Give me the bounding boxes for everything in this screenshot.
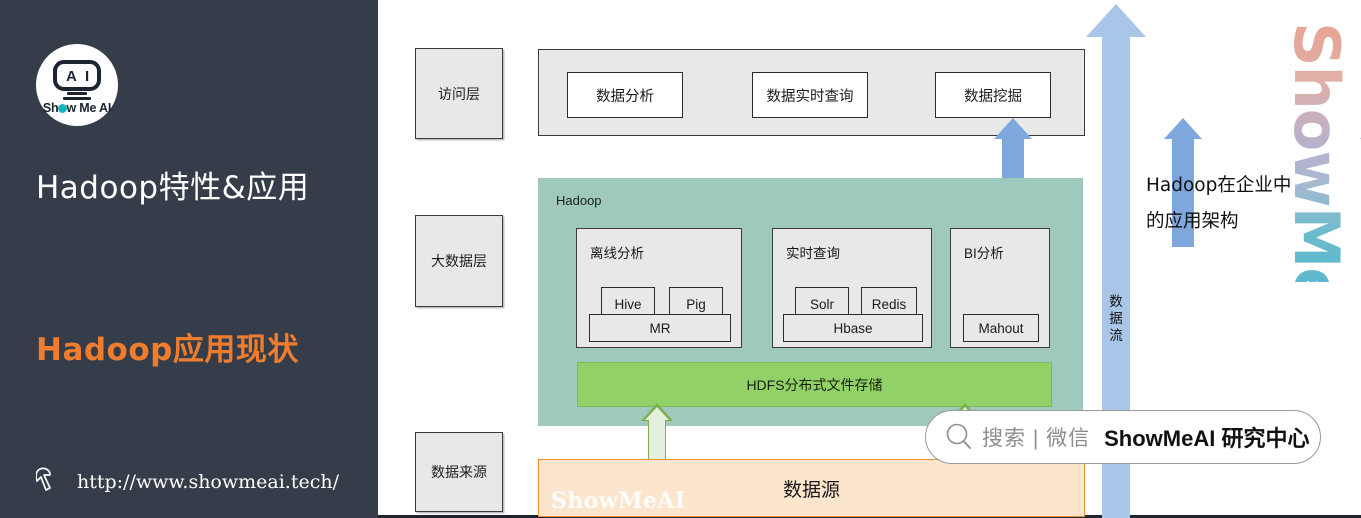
logo-letter-i: I	[85, 68, 90, 85]
sub-box-mahout[interactable]: Mahout	[963, 314, 1039, 342]
layer-label-datasource: 数据来源	[415, 432, 503, 512]
site-url-text: http://www.showmeai.tech/	[77, 471, 340, 493]
group-bi-analysis: BI分析 Mahout	[950, 228, 1050, 348]
pill-search-text: 搜索 | 微信	[982, 427, 1091, 450]
logo-wordmark: Sh w Me AI	[36, 101, 118, 115]
box-realtime-query[interactable]: 数据实时查询	[752, 72, 868, 118]
box-data-mining[interactable]: 数据挖掘	[935, 72, 1051, 118]
layer-label-access: 访问层	[415, 48, 503, 139]
group-title-realtime-query: 实时查询	[786, 246, 840, 261]
sub-box-mr[interactable]: MR	[589, 314, 731, 342]
group-offline-analysis: 离线分析 Hive Pig MR	[576, 228, 742, 348]
wechat-search-watermark: 搜索 | 微信 ShowMeAI 研究中心	[925, 410, 1321, 464]
page-subtitle: Hadoop应用现状	[36, 332, 299, 368]
sub-box-hbase[interactable]: Hbase	[783, 314, 923, 342]
cursor-pointer-icon	[36, 467, 51, 491]
left-panel: A I Sh w Me AI Hadoop特性&应用 Hadoop应用现状 htt…	[0, 0, 378, 518]
page-title: Hadoop特性&应用	[36, 170, 310, 206]
data-source-box[interactable]: 数据源 ShowMeAI	[538, 459, 1085, 517]
arrow-head-inner-left	[645, 407, 669, 420]
logo-robot-head-icon: A I	[53, 60, 101, 91]
slide-root: A I Sh w Me AI Hadoop特性&应用 Hadoop应用现状 htt…	[0, 0, 1361, 518]
data-source-watermark: ShowMeAI	[551, 488, 686, 514]
logo-letter-a: A	[66, 68, 77, 85]
group-title-offline-analysis: 离线分析	[590, 246, 644, 261]
site-url-row: http://www.showmeai.tech/	[36, 466, 339, 498]
logo-wordmark-post: w Me AI	[66, 101, 112, 115]
showmeai-logo: A I Sh w Me AI	[36, 44, 118, 126]
group-title-bi-analysis: BI分析	[964, 246, 1004, 261]
box-data-analysis[interactable]: 数据分析	[567, 72, 683, 118]
logo-wordmark-pre: Sh	[42, 101, 59, 115]
logo-base-icon	[63, 97, 91, 100]
pill-brand-text: ShowMeAI 研究中心	[1104, 426, 1310, 451]
flow-arrow-head-icon	[1086, 4, 1146, 37]
hadoop-panel-label: Hadoop	[556, 193, 602, 208]
arrow-shaft-datasource-to-hdfs-left	[648, 420, 666, 460]
search-icon	[946, 423, 971, 449]
group-realtime-query: 实时查询 Solr Redis Hbase	[772, 228, 932, 348]
hdfs-storage-bar[interactable]: HDFS分布式文件存储	[577, 362, 1052, 407]
logo-neck-icon	[67, 92, 87, 95]
flow-arrow-label: 数据流	[1109, 294, 1123, 343]
arrow-head-to-data-analysis	[994, 118, 1032, 139]
vertical-showmeai-watermark: ShowMeAI	[1186, 22, 1361, 377]
layer-label-bigdata: 大数据层	[415, 215, 503, 307]
